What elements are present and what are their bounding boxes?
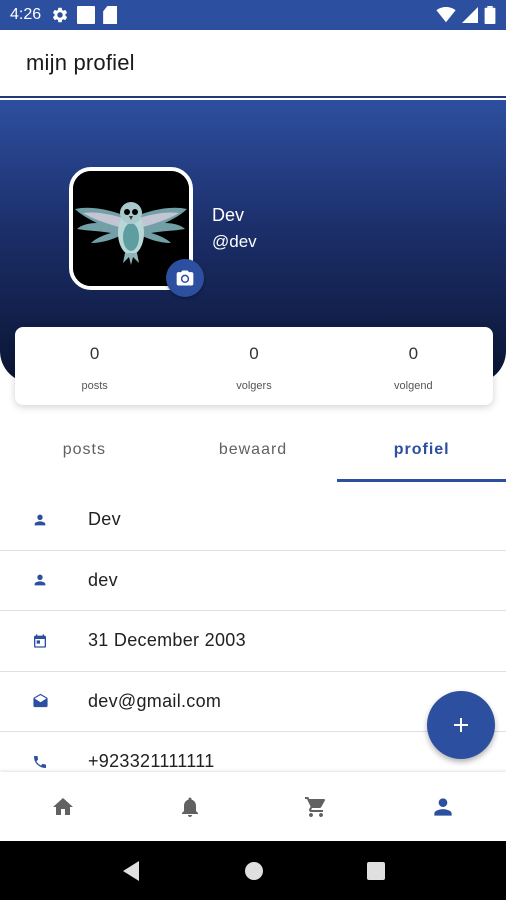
page-title: mijn profiel: [26, 50, 135, 75]
tab-profile[interactable]: profiel: [337, 420, 506, 482]
stat-label: volgend: [394, 380, 433, 392]
stat-following[interactable]: 0 volgend: [334, 327, 493, 405]
status-left-icons: [51, 6, 118, 24]
info-birthdate: 31 December 2003: [88, 630, 246, 651]
info-email: dev@gmail.com: [88, 690, 222, 711]
info-username: dev: [88, 569, 118, 590]
email-icon: [32, 693, 48, 707]
stat-label: posts: [81, 380, 108, 392]
profile-handle: @dev: [212, 232, 257, 251]
nav-home[interactable]: [0, 772, 127, 841]
plus-icon: [454, 718, 468, 732]
app-bar: mijn profiel: [0, 30, 506, 98]
system-navigation-bar: [0, 841, 506, 900]
signal-icon: [462, 7, 478, 23]
notification-square-icon: [77, 6, 96, 24]
nav-cart[interactable]: [253, 772, 380, 841]
recents-icon[interactable]: [366, 861, 385, 880]
stats-card: 0 posts 0 volgers 0 volgend: [15, 327, 493, 405]
person-icon: [34, 514, 46, 526]
home-circle-icon[interactable]: [244, 861, 264, 881]
nav-notifications[interactable]: [127, 772, 254, 841]
stat-value: 0: [89, 344, 100, 363]
nav-profile[interactable]: [380, 772, 506, 841]
status-bar: 4:26: [0, 0, 506, 30]
info-name: Dev: [88, 509, 121, 530]
stat-value: 0: [249, 344, 259, 363]
calendar-icon: [34, 634, 46, 648]
person-icon: [34, 574, 46, 586]
stat-posts[interactable]: 0 posts: [15, 327, 174, 405]
sd-card-icon: [103, 6, 118, 24]
settings-icon: [53, 7, 68, 23]
stat-value: 0: [408, 344, 419, 363]
info-phone: +923321111111: [88, 751, 215, 772]
status-right-icons: [436, 6, 496, 24]
info-row-birthdate: 31 December 2003: [0, 611, 506, 672]
info-row-name: Dev: [0, 490, 506, 551]
bottom-navigation: [0, 772, 506, 841]
tab-posts[interactable]: posts: [0, 420, 169, 482]
profile-name: Dev: [212, 205, 245, 225]
stat-followers[interactable]: 0 volgers: [174, 327, 333, 405]
stat-label: volgers: [236, 380, 272, 392]
info-row-username: dev: [0, 551, 506, 611]
profile-tabs: posts bewaard profiel: [0, 420, 506, 482]
change-photo-button[interactable]: [166, 259, 204, 297]
bell-icon: [181, 797, 198, 817]
tab-saved[interactable]: bewaard: [169, 420, 338, 482]
add-button[interactable]: [427, 691, 495, 759]
home-icon: [53, 797, 74, 815]
camera-icon: [176, 270, 194, 286]
cart-icon: [305, 796, 326, 817]
battery-icon: [484, 6, 496, 24]
person-icon: [434, 797, 452, 816]
phone-icon: [34, 755, 46, 768]
wifi-icon: [436, 7, 456, 23]
back-icon[interactable]: [121, 860, 141, 882]
status-time: 4:26: [10, 6, 42, 23]
